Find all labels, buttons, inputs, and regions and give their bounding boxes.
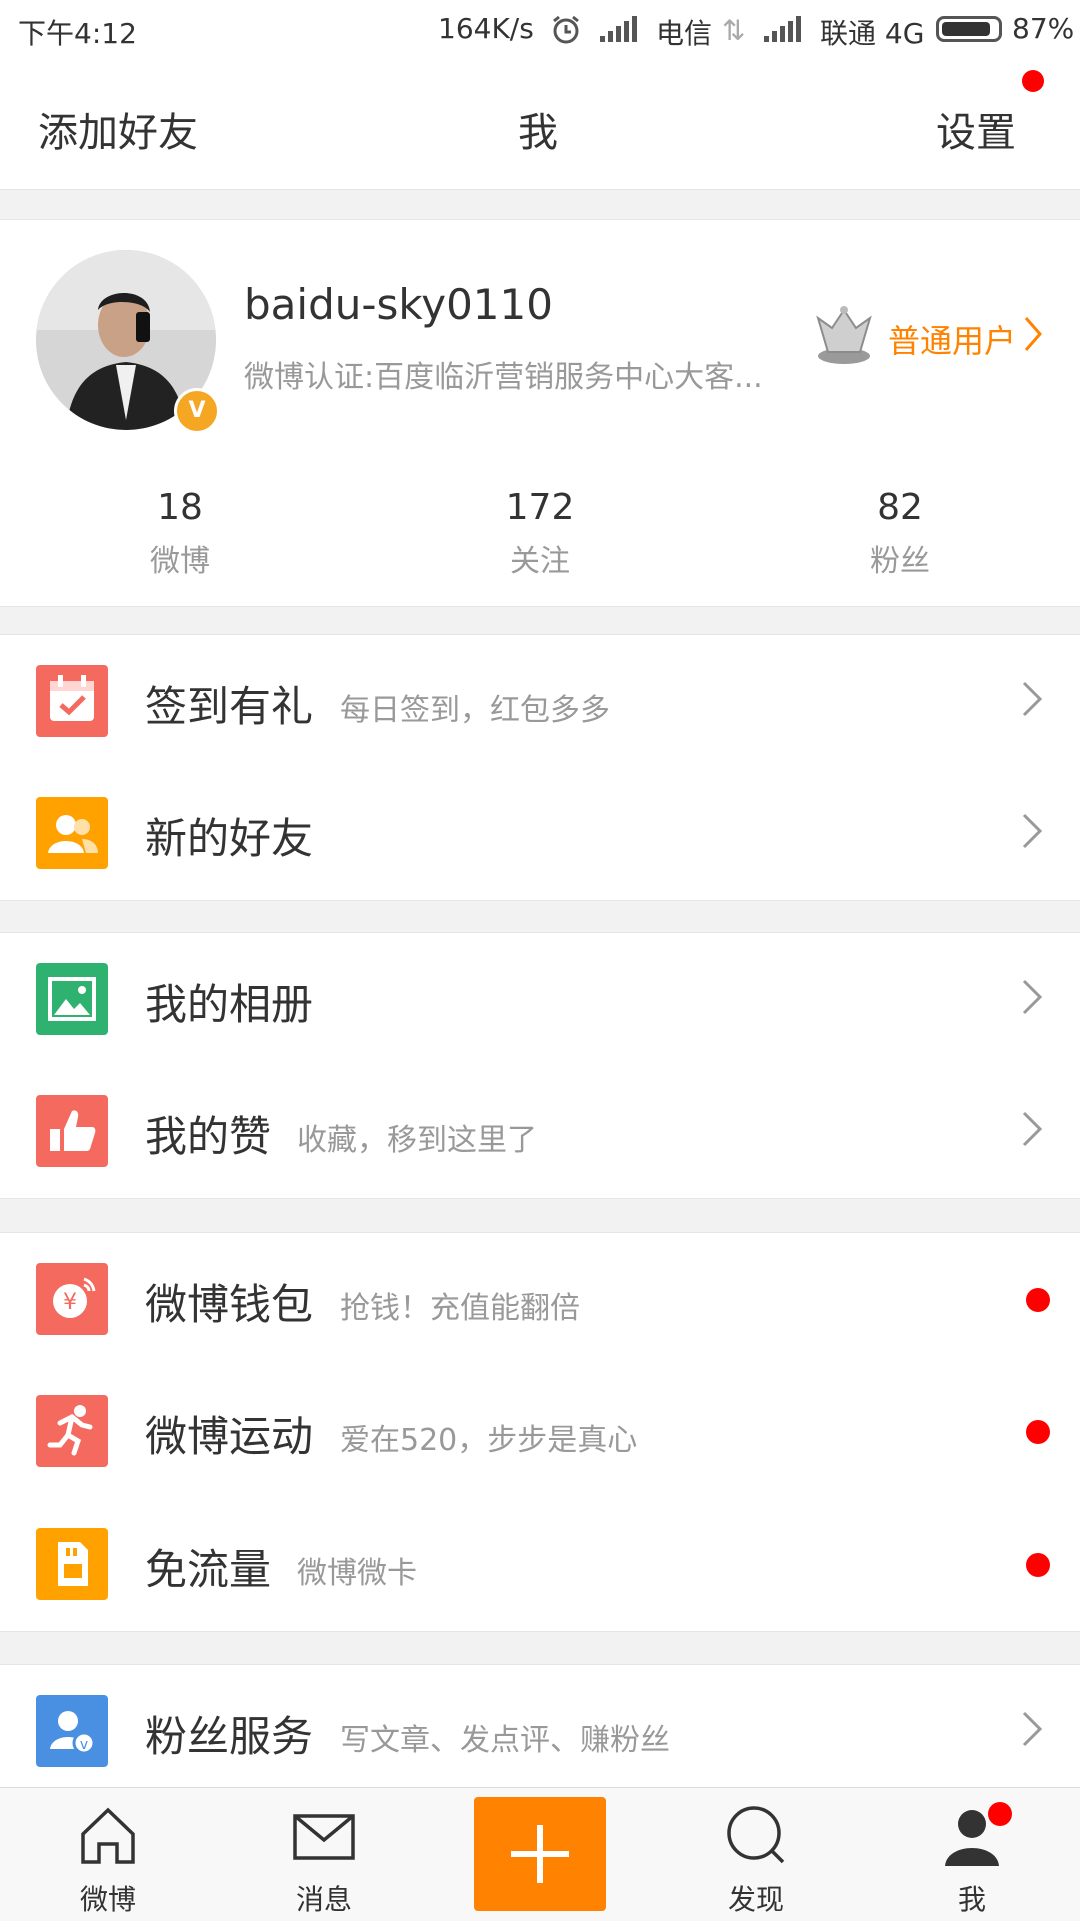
settings-notification-dot <box>1022 70 1044 92</box>
battery-percent: 87% <box>1012 12 1075 45</box>
menu-item-checkin[interactable]: 签到有礼 每日签到，红包多多 <box>0 634 1080 769</box>
me-notification-dot <box>988 1802 1012 1826</box>
menu-item-free-data[interactable]: 免流量 微博微卡 <box>0 1498 1080 1632</box>
crown-icon <box>808 298 880 374</box>
user-level-link[interactable]: 普通用户 <box>888 316 1016 362</box>
menu-title: 签到有礼 <box>145 682 314 731</box>
fan-service-icon: v <box>36 1695 108 1767</box>
photo-album-icon <box>36 963 108 1035</box>
menu-title: 微博运动 <box>145 1412 314 1461</box>
svg-text:¥: ¥ <box>63 1290 77 1315</box>
menu-item-new-friends[interactable]: 新的好友 <box>0 767 1080 901</box>
tab-home[interactable]: 微博 <box>48 1800 168 1918</box>
chevron-right-icon <box>1010 977 1050 1017</box>
menu-item-album[interactable]: 我的相册 <box>0 932 1080 1067</box>
top-nav: 添加好友 我 设置 <box>0 60 1080 190</box>
tab-discover[interactable]: 发现 <box>696 1800 816 1918</box>
status-time: 下午4:12 <box>18 17 137 50</box>
stat-label: 粉丝 <box>870 544 930 579</box>
stat-value: 18 <box>157 487 203 528</box>
notification-dot <box>1026 1553 1050 1577</box>
tab-label: 消息 <box>295 1883 352 1916</box>
menu-item-sport[interactable]: 微博运动 爱在520，步步是真心 <box>0 1365 1080 1499</box>
stat-weibo[interactable]: 18 微博 <box>0 487 360 580</box>
status-bar: 下午4:12 164K/s 电信 ⇅ 联通 4G 87% <box>0 0 1080 60</box>
tab-me[interactable]: 我 <box>912 1800 1032 1918</box>
mail-icon <box>293 1814 355 1860</box>
compose-button[interactable] <box>474 1797 606 1911</box>
verification-text: 微博认证:百度临沂营销服务中心大客... <box>244 360 763 395</box>
stat-following[interactable]: 172 关注 <box>360 487 720 580</box>
tab-label: 我 <box>957 1883 986 1916</box>
alarm-icon <box>550 14 582 53</box>
menu-subtitle: 微博微卡 <box>297 1556 417 1591</box>
tab-messages[interactable]: 消息 <box>264 1800 384 1918</box>
chevron-right-icon <box>1010 1109 1050 1149</box>
stats-bar: 18 微博 172 关注 82 粉丝 <box>0 457 1080 607</box>
menu-subtitle: 爱在520，步步是真心 <box>340 1423 638 1458</box>
notification-dot <box>1026 1288 1050 1312</box>
signal-icon <box>600 16 640 49</box>
stat-label: 微博 <box>150 544 210 579</box>
svg-text:v: v <box>80 1737 88 1753</box>
thumbs-up-icon <box>36 1095 108 1167</box>
chevron-right-icon <box>1010 679 1050 719</box>
home-icon <box>81 1807 135 1864</box>
page-title: 我 <box>518 110 558 156</box>
menu-title: 粉丝服务 <box>145 1712 314 1761</box>
carrier-1: 电信 <box>656 17 713 50</box>
menu-subtitle: 收藏，移到这里了 <box>297 1123 537 1158</box>
chevron-right-icon <box>1010 1709 1050 1749</box>
menu-title: 新的好友 <box>145 814 314 863</box>
signal-icon-2 <box>764 16 804 49</box>
settings-button[interactable]: 设置 <box>936 100 1016 158</box>
menu-title: 我的赞 <box>145 1112 272 1161</box>
search-icon <box>727 1806 785 1864</box>
data-arrows-icon: ⇅ <box>722 14 746 47</box>
verified-badge-icon: V <box>174 388 220 434</box>
sim-card-icon <box>36 1528 108 1600</box>
menu-subtitle: 抢钱！充值能翻倍 <box>340 1291 580 1326</box>
stat-fans[interactable]: 82 粉丝 <box>720 487 1080 580</box>
menu-title: 微博钱包 <box>145 1280 314 1329</box>
menu-subtitle: 每日签到，红包多多 <box>340 693 610 728</box>
menu-item-fan-service[interactable]: v 粉丝服务 写文章、发点评、赚粉丝 <box>0 1664 1080 1799</box>
menu-item-wallet[interactable]: ¥ 微博钱包 抢钱！充值能翻倍 <box>0 1232 1080 1367</box>
notification-dot <box>1026 1420 1050 1444</box>
wallet-icon: ¥ <box>36 1263 108 1335</box>
menu-item-likes[interactable]: 我的赞 收藏，移到这里了 <box>0 1065 1080 1199</box>
friends-icon <box>36 797 108 869</box>
chevron-right-icon <box>1010 811 1050 851</box>
stat-value: 82 <box>877 487 923 528</box>
stat-value: 172 <box>505 487 575 528</box>
menu-title: 我的相册 <box>145 980 314 1029</box>
carrier-2: 联通 4G <box>820 17 925 50</box>
tab-label: 微博 <box>79 1883 136 1916</box>
running-icon <box>36 1395 108 1467</box>
status-speed: 164K/s <box>438 12 534 45</box>
battery-icon <box>936 16 1002 42</box>
profile-card[interactable]: V baidu-sky0110 微博认证:百度临沂营销服务中心大客... 普通用… <box>0 219 1080 459</box>
menu-subtitle: 写文章、发点评、赚粉丝 <box>340 1723 670 1758</box>
menu-title: 免流量 <box>145 1545 272 1594</box>
add-friend-button[interactable]: 添加好友 <box>38 100 198 158</box>
chevron-right-icon <box>1020 314 1046 358</box>
calendar-check-icon <box>36 665 108 737</box>
tab-label: 发现 <box>727 1883 784 1916</box>
stat-label: 关注 <box>510 544 570 579</box>
plus-icon <box>511 1825 569 1883</box>
username[interactable]: baidu-sky0110 <box>244 280 553 329</box>
